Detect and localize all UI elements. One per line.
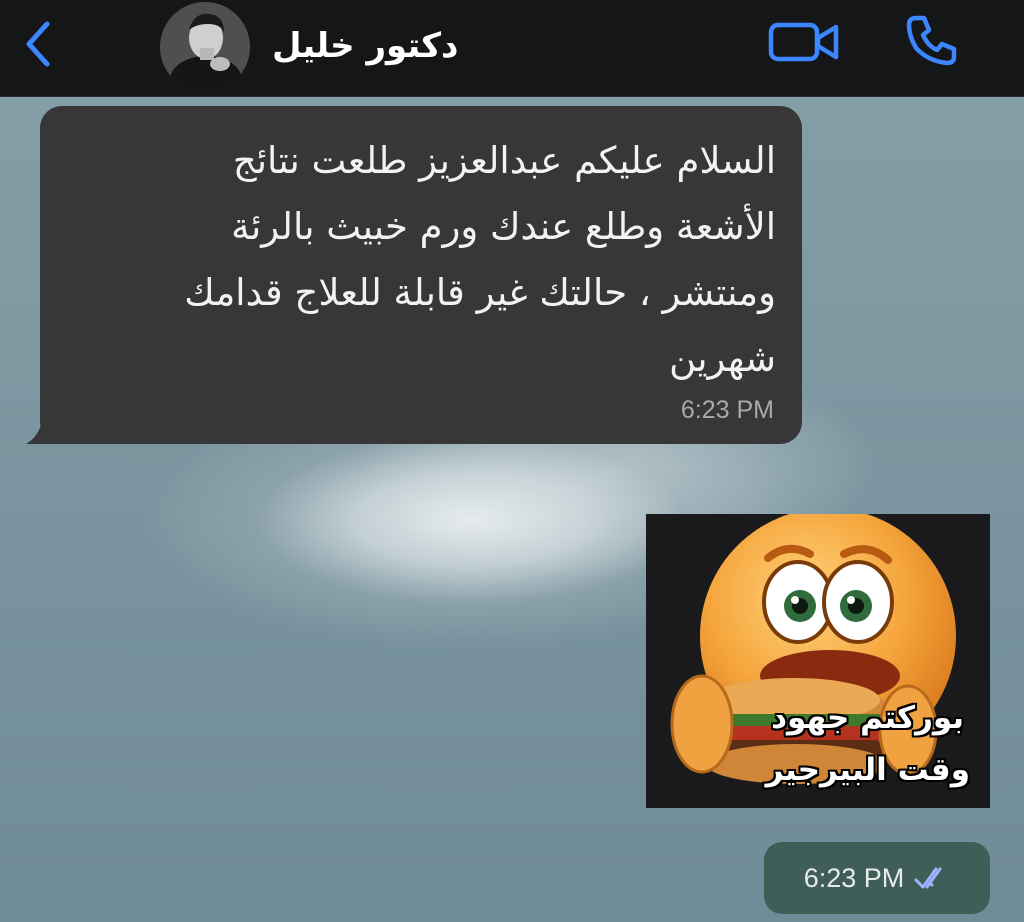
chevron-left-icon: [26, 21, 50, 67]
video-call-button[interactable]: [764, 14, 844, 70]
sticker-caption-line: وقت البيرجير: [765, 752, 970, 788]
message-line: السلام عليكم عبدالعزيز طلعت نتائج: [232, 139, 776, 182]
incoming-message-time: 6:23 PM: [680, 396, 774, 424]
incoming-message-text: السلام عليكم عبدالعزيز طلعت نتائج الأشعة…: [76, 128, 776, 392]
sticker-message[interactable]: بوركتم جهود وقت البيرجير: [646, 514, 990, 808]
video-camera-icon: [768, 22, 839, 62]
outgoing-message-status: 6:23 PM: [764, 842, 990, 914]
sticker-caption-line: بوركتم جهود: [771, 700, 964, 736]
back-button[interactable]: [14, 16, 62, 72]
voice-call-button[interactable]: [900, 10, 964, 70]
phone-icon: [906, 15, 957, 66]
message-line: الأشعة وطلع عندك ورم خبيث بالرئة: [231, 205, 776, 248]
contact-name[interactable]: دكتور خليل: [272, 18, 458, 74]
incoming-message-bubble[interactable]: السلام عليكم عبدالعزيز طلعت نتائج الأشعة…: [40, 106, 802, 444]
chat-header: دكتور خليل: [0, 0, 1024, 97]
message-line: ومنتشر ، حالتك غير قابلة للعلاج قدامك: [184, 271, 776, 314]
double-check-icon: [914, 867, 942, 889]
message-line: شهرين: [669, 337, 776, 380]
outgoing-message-time: 6:23 PM: [803, 862, 905, 893]
contact-avatar[interactable]: [160, 2, 250, 92]
